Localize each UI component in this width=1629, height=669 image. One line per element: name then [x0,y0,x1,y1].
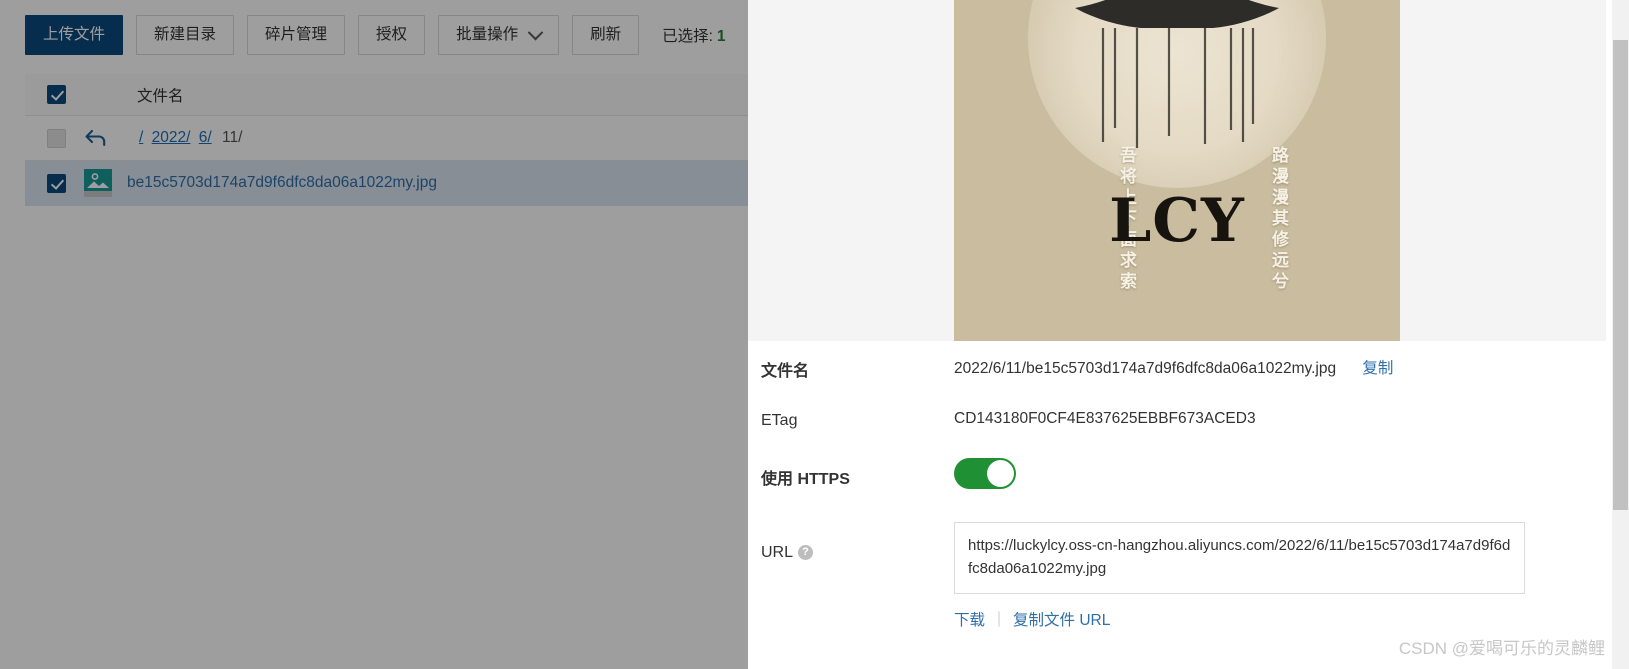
column-header-filename: 文件名 [137,87,184,105]
new-folder-label: 新建目录 [154,26,217,43]
table-row[interactable]: be15c5703d174a7d9f6dfc8da06a1022my.jpg [25,161,748,206]
parent-folder-cell[interactable] [83,127,137,149]
table-header-row: 文件名 [25,74,748,116]
https-toggle-knob [987,459,1014,487]
row-checkbox-cell [25,173,83,193]
fragment-manage-button[interactable]: 碎片管理 [247,15,346,55]
filename-value: 2022/6/11/be15c5703d174a7d9f6dfc8da06a10… [954,360,1337,377]
file-table: 文件名 / 2022/ 6/ 11/ be15c5703d174a7d9f6df… [25,74,748,206]
file-name-cell: be15c5703d174a7d9f6dfc8da06a1022my.jpg [127,174,748,192]
url-input[interactable]: https://luckylcy.oss-cn-hangzhou.aliyunc… [954,522,1525,594]
detail-row-etag: ETag CD143180F0CF4E837625EBBF673ACED3 [748,393,1606,445]
detail-row-url: URL? https://luckylcy.oss-cn-hangzhou.al… [748,506,1606,630]
file-details: 文件名 2022/6/11/be15c5703d174a7d9f6dfc8da0… [748,341,1606,630]
filename-label: 文件名 [761,362,810,380]
url-field-wrap: https://luckylcy.oss-cn-hangzhou.aliyunc… [954,522,1606,630]
file-name-link[interactable]: be15c5703d174a7d9f6dfc8da06a1022my.jpg [127,174,437,191]
batch-operation-label: 批量操作 [456,26,519,43]
breadcrumb-checkbox [47,128,66,148]
copy-file-url-link[interactable]: 复制文件 URL [1013,608,1110,630]
file-icon-cell [83,168,127,198]
select-all-checkbox[interactable] [47,85,66,104]
selection-status: 已选择: 1 [662,24,725,46]
refresh-button[interactable]: 刷新 [572,15,640,55]
detail-row-https: 使用 HTTPS [748,445,1606,506]
upload-file-button[interactable]: 上传文件 [25,15,124,55]
authorize-button[interactable]: 授权 [358,15,426,55]
app-root: 上传文件 新建目录 碎片管理 授权 批量操作 刷新 已选择: 1 文件名 / 2… [0,0,1629,669]
breadcrumb-month[interactable]: 6/ [199,129,212,146]
page-scrollbar-thumb[interactable] [1613,40,1628,510]
refresh-label: 刷新 [590,26,622,43]
preview-brand-text: LCY [1109,186,1245,256]
url-actions: 下载 | 复制文件 URL [954,608,1606,630]
file-detail-drawer: 吾将上下面求索 路漫漫其修远兮 LCY 文件名 2022/6/11/be15c5… [748,0,1629,669]
new-folder-button[interactable]: 新建目录 [136,15,235,55]
pagoda-illustration-icon [1075,0,1279,148]
breadcrumb-root[interactable]: / [139,129,143,146]
download-link[interactable]: 下载 [954,608,985,630]
breadcrumb-checkbox-cell [25,128,83,148]
image-file-icon [84,169,112,197]
fragment-manage-label: 碎片管理 [265,26,328,43]
url-label: URL [761,544,794,561]
chevron-down-icon [527,24,544,40]
help-circle-icon[interactable]: ? [798,545,814,561]
etag-label: ETag [761,411,798,429]
https-toggle[interactable] [954,457,1016,489]
csdn-watermark: CSDN @爱喝可乐的灵麟鲤 [1398,639,1605,658]
breadcrumb-year[interactable]: 2022/ [152,129,191,146]
breadcrumb-row: / 2022/ 6/ 11/ [25,116,748,161]
row-checkbox[interactable] [47,173,66,193]
batch-operation-button[interactable]: 批量操作 [438,15,560,55]
detail-row-filename: 文件名 2022/6/11/be15c5703d174a7d9f6dfc8da0… [748,341,1606,393]
authorize-label: 授权 [376,26,408,43]
https-toggle-wrap [954,457,1606,494]
selection-label: 已选择: [662,28,713,45]
action-separator: | [997,609,1002,627]
selection-count: 1 [716,28,726,45]
breadcrumb: / 2022/ 6/ 11/ [137,129,748,147]
etag-value: CD143180F0CF4E837625EBBF673ACED3 [954,410,1256,427]
file-manager-panel: 上传文件 新建目录 碎片管理 授权 批量操作 刷新 已选择: 1 文件名 / 2… [0,0,748,669]
return-arrow-icon[interactable] [83,127,109,149]
copy-filename-link[interactable]: 复制 [1362,360,1393,377]
toolbar: 上传文件 新建目录 碎片管理 授权 批量操作 刷新 已选择: 1 [0,0,748,70]
image-preview-area: 吾将上下面求索 路漫漫其修远兮 LCY [748,0,1606,341]
preview-image: 吾将上下面求索 路漫漫其修远兮 LCY [954,0,1400,341]
select-all-cell [25,85,83,104]
filename-value-wrap: 2022/6/11/be15c5703d174a7d9f6dfc8da06a10… [954,356,1606,378]
page-scrollbar[interactable] [1612,0,1629,669]
https-label: 使用 HTTPS [761,471,850,488]
url-label-wrap: URL? [761,522,954,562]
breadcrumb-day: 11/ [221,129,243,146]
upload-file-label: 上传文件 [43,26,106,43]
